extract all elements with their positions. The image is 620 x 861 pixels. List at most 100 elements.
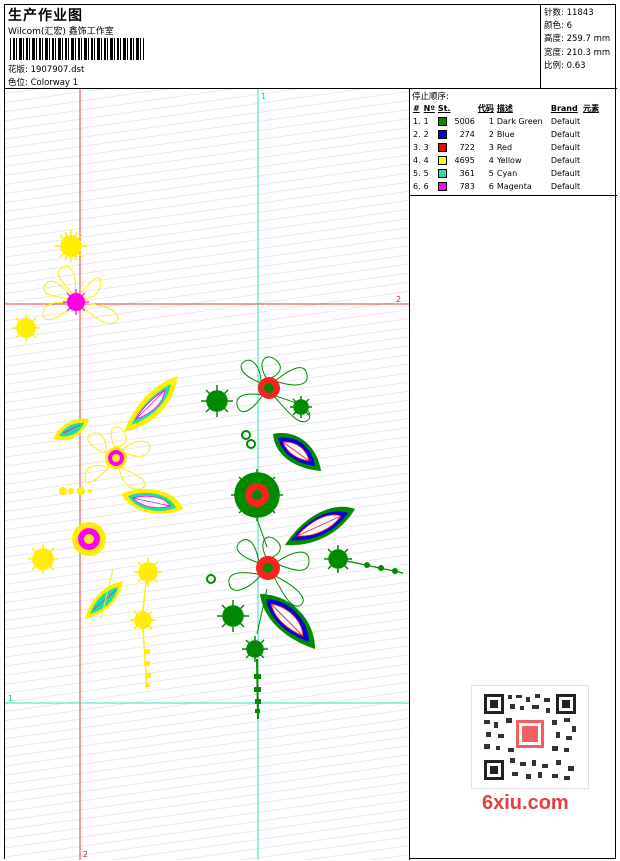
- stat-scale: 比例: 0.63: [544, 60, 617, 73]
- stat-value: 6: [566, 21, 572, 32]
- col-color-stitches: St.: [437, 103, 477, 115]
- stop-sequence-panel: 停止顺序: # Nº St. 代码 描述 Brand 元素 1. 1 5006 1 Da…: [410, 89, 617, 196]
- row-element: [582, 115, 601, 128]
- table-row[interactable]: 1. 1 5006 1 Dark Green Default: [412, 115, 601, 128]
- color-swatch: [437, 169, 447, 178]
- table-row[interactable]: 5. 5 361 5 Cyan Default: [412, 167, 601, 180]
- row-stitches: 4695: [454, 156, 475, 165]
- row-element: [582, 154, 601, 167]
- table-header-row: # Nº St. 代码 描述 Brand 元素: [412, 103, 601, 115]
- col-brand: Brand: [550, 104, 578, 113]
- row-brand: Default: [550, 182, 581, 191]
- stat-label: 高度:: [544, 34, 564, 45]
- row-color-stitches: 274: [437, 128, 477, 141]
- stop-sequence-title: 停止顺序:: [412, 92, 449, 102]
- stat-label: 颜色:: [544, 21, 564, 32]
- col-index: #: [413, 104, 420, 113]
- design-file-row: 花版: 1907907.dst: [8, 63, 84, 75]
- table-row[interactable]: 6. 6 783 6 Magenta Default: [412, 180, 601, 193]
- row-description: Red: [496, 143, 513, 152]
- row-code: 6: [488, 182, 494, 191]
- stat-label: 针数:: [544, 8, 564, 18]
- row-brand: Default: [550, 143, 581, 152]
- embroidery-canvas[interactable]: 1 2 1 2: [5, 89, 410, 860]
- col-stitches-label: St.: [437, 104, 451, 113]
- row-color-stitches: 4695: [437, 154, 477, 167]
- row-brand: Default: [550, 130, 581, 139]
- colorway-name: Colorway 1: [30, 78, 79, 88]
- row-color-stitches: 783: [437, 180, 477, 193]
- qr-code-graphic: [482, 692, 578, 782]
- color-swatch: [437, 156, 447, 165]
- stat-value: 11843: [566, 8, 594, 18]
- col-element: 元素: [583, 104, 600, 113]
- row-number: 5: [423, 169, 429, 178]
- design-label: 花版:: [8, 65, 28, 75]
- row-index: 5.: [413, 169, 421, 178]
- row-stitches: 274: [459, 130, 475, 139]
- company-name: Wilcom(汇宏) 鑫饰工作室: [8, 27, 114, 37]
- stat-height: 高度: 259.7 mm: [544, 33, 617, 46]
- embroidery-preview: 1 2 1 2: [5, 89, 409, 860]
- guide-label-red-horizontal: 2: [396, 295, 401, 304]
- row-description: Yellow: [496, 156, 522, 165]
- guide-label-cyan-horizontal: 1: [8, 694, 13, 703]
- row-number: 6: [423, 182, 429, 191]
- row-description: Cyan: [496, 169, 518, 178]
- row-code: 5: [488, 169, 494, 178]
- row-number: 4: [423, 156, 429, 165]
- row-index: 2.: [413, 130, 421, 139]
- guide-label-red-vertical: 2: [83, 850, 88, 859]
- page-title: 生产作业图: [8, 8, 83, 24]
- row-number: 3: [423, 143, 429, 152]
- row-index: 6.: [413, 182, 421, 191]
- colorway-label: 色位:: [8, 78, 28, 88]
- table-row[interactable]: 4. 4 4695 4 Yellow Default: [412, 154, 601, 167]
- row-code: 3: [488, 143, 494, 152]
- row-code: 2: [488, 130, 494, 139]
- col-code: 代码: [477, 104, 494, 113]
- stat-colors: 颜色: 6: [544, 20, 617, 33]
- stat-value: 259.7 mm: [566, 34, 611, 45]
- table-row[interactable]: 3. 3 722 3 Red Default: [412, 141, 601, 154]
- row-description: Blue: [496, 130, 515, 139]
- row-brand: Default: [550, 117, 581, 126]
- row-element: [582, 167, 601, 180]
- color-swatch: [437, 143, 447, 152]
- color-swatch: [437, 117, 447, 126]
- stat-stitches: 针数: 11843: [544, 7, 617, 20]
- row-brand: Default: [550, 156, 581, 165]
- left-floral-motif: [12, 230, 183, 690]
- row-index: 4.: [413, 156, 421, 165]
- row-number: 2: [423, 130, 429, 139]
- watermark-text: 6xiu.com: [482, 792, 569, 814]
- header-info: 生产作业图 Wilcom(汇宏) 鑫饰工作室 花版: 1907907.dst 色…: [5, 5, 540, 89]
- row-description: Dark Green: [496, 117, 543, 126]
- row-stitches: 361: [459, 169, 475, 178]
- row-color-stitches: 722: [437, 141, 477, 154]
- design-file-name: 1907907.dst: [30, 65, 85, 75]
- row-stitches: 783: [459, 182, 475, 191]
- barcode: [10, 38, 144, 60]
- row-index: 3.: [413, 143, 421, 152]
- row-element: [582, 128, 601, 141]
- stop-sequence-table: # Nº St. 代码 描述 Brand 元素 1. 1 5006 1 Dark Gre…: [412, 103, 601, 193]
- col-description: 描述: [496, 104, 513, 113]
- row-code: 4: [488, 156, 494, 165]
- colorway-row: 色位: Colorway 1: [8, 76, 78, 88]
- row-code: 1: [488, 117, 494, 126]
- row-color-stitches: 5006: [437, 115, 477, 128]
- color-swatch: [437, 130, 447, 139]
- right-floral-motif: [201, 356, 404, 720]
- stat-value: 0.63: [566, 60, 586, 71]
- stat-label: 比例:: [544, 60, 564, 71]
- row-brand: Default: [550, 169, 581, 178]
- qr-code: [471, 685, 589, 789]
- row-element: [582, 141, 601, 154]
- stat-label: 宽度:: [544, 47, 564, 58]
- row-stitches: 5006: [454, 117, 475, 126]
- row-stitches: 722: [459, 143, 475, 152]
- stat-width: 宽度: 210.3 mm: [544, 47, 617, 60]
- table-row[interactable]: 2. 2 274 2 Blue Default: [412, 128, 601, 141]
- guide-label-cyan-vertical: 1: [261, 92, 266, 101]
